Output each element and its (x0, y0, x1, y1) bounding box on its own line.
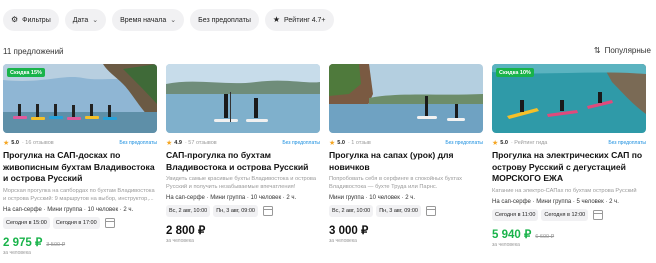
date-slot[interactable]: Сегодня в 11:00 (492, 208, 539, 221)
rating-filter-label: Рейтинг 4.7+ (284, 16, 326, 24)
no-prepay-label: Без предоплаты (119, 140, 157, 146)
offer-price: 2 975 ₽ (3, 236, 43, 249)
sliders-icon: ⚙ (11, 15, 19, 24)
offer-description: Морская прогулка на сапбордах по бухтам … (3, 187, 155, 202)
offer-description: Увидеть самые красивые бухты Владивосток… (166, 176, 317, 190)
offer-title[interactable]: Прогулка на электрических САП по острову… (492, 150, 646, 185)
date-slot[interactable]: Сегодня в 15:00 (3, 216, 50, 229)
reviews-count: · 1 отзыв (347, 140, 371, 146)
sort-button[interactable]: ⇅ Популярные (594, 46, 651, 55)
price-per: за человека (492, 241, 520, 248)
offer-photo[interactable] (166, 64, 320, 133)
start-time-filter-label: Время начала (120, 16, 167, 24)
date-slot[interactable]: Пн, 3 авг, 09:00 (213, 205, 258, 217)
sort-icon: ⇅ (593, 46, 601, 55)
date-slot[interactable]: Сегодня в 17:00 (52, 216, 100, 229)
price-per: за человека (329, 238, 357, 244)
calendar-icon[interactable] (425, 206, 436, 216)
offer-card[interactable]: Скидка 15% ★ 5.0 · 16 отзывов Без предоп… (3, 64, 157, 256)
discount-badge: Скидка 10% (496, 68, 534, 77)
date-slot[interactable]: Сегодня в 12:00 (541, 208, 589, 221)
offer-photo[interactable]: Скидка 10% (492, 64, 646, 133)
date-slot[interactable]: Вс, 2 авг, 10:00 (166, 205, 211, 217)
offer-title[interactable]: САП-прогулка по бухтам Владивостока и ос… (166, 150, 320, 173)
no-prepay-label: Без предоплаты (282, 140, 320, 146)
offer-card[interactable]: ★ 4.9 · 57 отзывов Без предоплаты САП-пр… (166, 64, 320, 256)
sup-lesson-photo (329, 64, 483, 133)
reviews-count: · 57 отзывов (184, 140, 217, 146)
offer-tags: На сап-серфе · Мини группа · 10 человек … (3, 206, 134, 213)
no-prepay-label: Без предоплаты (445, 140, 483, 146)
offer-price: 2 800 ₽ (166, 225, 206, 237)
no-prepay-filter-label: Без предоплаты (198, 16, 251, 24)
date-slot[interactable]: Вс, 2 авг, 10:00 (329, 205, 374, 217)
offer-tags: На сап-серфе · Мини группа · 10 человек … (166, 195, 297, 201)
calendar-icon[interactable] (104, 217, 115, 228)
offer-card[interactable]: ★ 5.0 · 1 отзыв Без предоплаты Прогулка … (329, 64, 483, 256)
rating-value: 5.0 (337, 140, 345, 146)
rating-value: 4.9 (174, 140, 182, 146)
offer-card[interactable]: Скидка 10% ★ 5.0 · Рейтинг гида Без пред… (492, 64, 646, 256)
calendar-icon[interactable] (262, 206, 273, 216)
star-icon: ★ (3, 140, 10, 147)
results-count: 11 предложений (3, 47, 64, 56)
price-per: за человека (3, 249, 31, 256)
offer-photo[interactable]: Скидка 15% (3, 64, 157, 133)
price-per: за человека (166, 238, 194, 244)
offer-tags: На сап-серфе · Мини группа · 5 человек ·… (492, 198, 619, 205)
rating-value: 5.0 (11, 140, 19, 146)
reviews-count: · 16 отзывов (21, 140, 54, 146)
rating-filter[interactable]: ★ Рейтинг 4.7+ (264, 9, 334, 31)
offer-title[interactable]: Прогулка на сапах (урок) для новичков (329, 150, 483, 173)
discount-badge: Скидка 15% (7, 68, 45, 77)
star-icon: ★ (272, 15, 281, 24)
old-price: 3 500 ₽ (46, 241, 66, 248)
sup-paddlers-photo (166, 64, 320, 133)
reviews-count: · Рейтинг гида (510, 140, 548, 146)
no-prepay-filter[interactable]: Без предоплаты (190, 9, 259, 31)
chevron-down-icon: ⌄ (92, 17, 99, 24)
star-icon: ★ (329, 140, 336, 147)
offer-price: 5 940 ₽ (492, 228, 532, 241)
rating-value: 5.0 (500, 140, 508, 146)
date-filter-label: Дата (72, 16, 89, 24)
filter-bar: ⚙ Фильтры Дата ⌄ Время начала ⌄ Без пред… (3, 9, 334, 31)
old-price: 6 600 ₽ (535, 233, 555, 240)
offer-tags: Мини группа · 10 человек · 2 ч. (329, 195, 416, 201)
star-icon: ★ (166, 140, 173, 147)
calendar-icon[interactable] (593, 209, 604, 220)
offer-photo[interactable] (329, 64, 483, 133)
sort-label: Популярные (604, 46, 651, 55)
offer-title[interactable]: Прогулка на САП-досках по живописным бух… (3, 150, 157, 185)
star-icon: ★ (492, 140, 499, 147)
filters-label: Фильтры (22, 16, 51, 24)
no-prepay-label: Без предоплаты (608, 140, 646, 146)
offers-grid: Скидка 15% ★ 5.0 · 16 отзывов Без предоп… (3, 64, 646, 256)
offer-description: Попробовать себя в серфинге в спокойных … (329, 176, 462, 190)
start-time-filter[interactable]: Время начала ⌄ (112, 9, 185, 31)
filters-button[interactable]: ⚙ Фильтры (3, 9, 59, 31)
date-filter[interactable]: Дата ⌄ (64, 9, 107, 31)
offer-description: Катание на электро-САПах по бухтам остро… (492, 187, 637, 194)
offer-price: 3 000 ₽ (329, 225, 369, 237)
date-slot[interactable]: Пн, 3 авг, 09:00 (376, 205, 421, 217)
chevron-down-icon: ⌄ (170, 17, 177, 24)
